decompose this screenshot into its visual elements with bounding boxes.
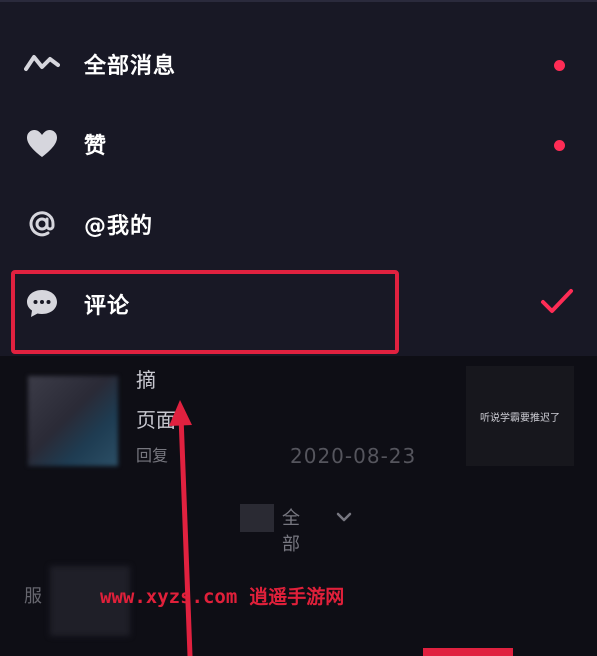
- watermark-url: www.xyzs.com: [100, 586, 238, 608]
- annotation-arrow: [169, 400, 193, 656]
- watermark: www.xyzs.com 逍遥手游网: [100, 582, 344, 609]
- red-button-edge: [423, 648, 513, 656]
- watermark-name: 逍遥手游网: [249, 586, 345, 608]
